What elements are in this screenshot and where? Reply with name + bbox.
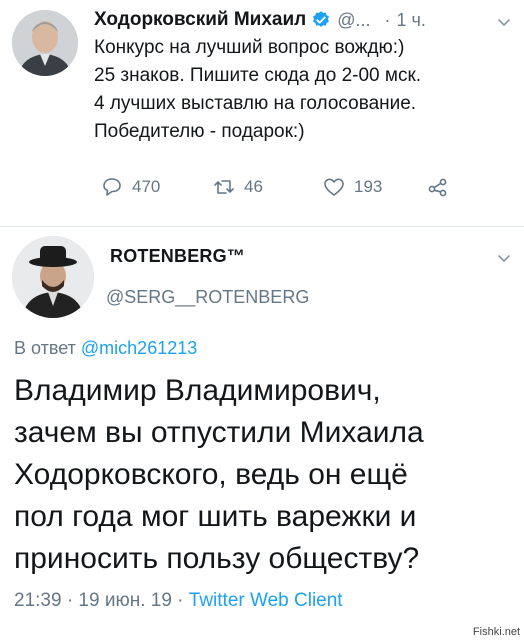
tweet-text-line: зачем вы отпустили Михаила <box>14 416 424 449</box>
chevron-down-icon[interactable] <box>496 14 512 30</box>
tweet-time[interactable]: 1 ч. <box>397 10 426 31</box>
watermark: Fishki.net <box>472 626 520 638</box>
tweet-divider <box>0 226 524 227</box>
chevron-down-icon[interactable] <box>496 250 512 266</box>
reply-context: В ответ @mich261213 <box>14 338 197 359</box>
tweet-text-line: 25 знаков. Пишите сюда до 2-00 мск. <box>94 65 422 86</box>
author-handle[interactable]: @SERG__ROTENBERG <box>106 287 309 308</box>
tweet-text-line: Конкурс на лучший вопрос вождю:) <box>94 37 405 58</box>
author-name[interactable]: Ходорковский Михаил <box>94 9 306 31</box>
tweet-text-line: пол года мог шить варежки и <box>14 500 417 533</box>
retweet-button[interactable]: 46 <box>212 172 263 202</box>
reply-button[interactable]: 470 <box>100 172 160 202</box>
tweet-text-line: Ходорковского, ведь он ещё <box>14 458 408 491</box>
tweet-timestamp[interactable]: 21:39 · 19 июн. 19 · <box>14 590 184 611</box>
tweet-source-link[interactable]: Twitter Web Client <box>189 590 343 611</box>
tweet-header: Ходорковский Михаил @... · 1 ч. <box>94 6 512 34</box>
author-name[interactable]: ROTENBERG™ <box>110 246 245 267</box>
avatar-photo-2 <box>12 236 94 318</box>
avatar-rotenberg[interactable] <box>12 236 94 318</box>
tweet-text: Владимир Владимирович, зачем вы отпустил… <box>14 370 514 580</box>
tweet-text-line: 4 лучших выставлю на голосование. <box>94 93 417 114</box>
share-icon <box>428 178 447 197</box>
separator: · <box>384 9 391 30</box>
like-count: 193 <box>354 177 383 196</box>
avatar-khodorkovsky[interactable] <box>12 10 78 76</box>
share-button[interactable] <box>426 172 450 202</box>
author-handle[interactable]: @... <box>337 10 370 31</box>
reply-count: 470 <box>132 177 161 196</box>
tweet-text-line: приносить пользу обществу? <box>14 542 420 575</box>
verified-icon <box>313 11 330 27</box>
tweet-text-line: Владимир Владимирович, <box>14 374 381 407</box>
like-button[interactable]: 193 <box>322 172 382 202</box>
reply-prefix: В ответ <box>14 338 76 358</box>
tweet-actions: 470 46 193 <box>100 172 460 202</box>
retweet-count: 46 <box>244 177 263 196</box>
tweet-text-line: Победителю - подарок:) <box>94 121 305 142</box>
reply-mention-link[interactable]: @mich261213 <box>81 338 197 358</box>
like-icon <box>324 178 344 196</box>
tweet-original: Ходорковский Михаил @... · 1 ч. Конкурс … <box>0 0 524 228</box>
reply-icon <box>103 178 121 196</box>
tweet-text: Конкурс на лучший вопрос вождю:) 25 знак… <box>94 34 514 146</box>
retweet-icon <box>214 180 234 194</box>
avatar-photo-1 <box>12 10 78 76</box>
tweet-meta: 21:39 · 19 июн. 19 · Twitter Web Client <box>14 590 343 612</box>
